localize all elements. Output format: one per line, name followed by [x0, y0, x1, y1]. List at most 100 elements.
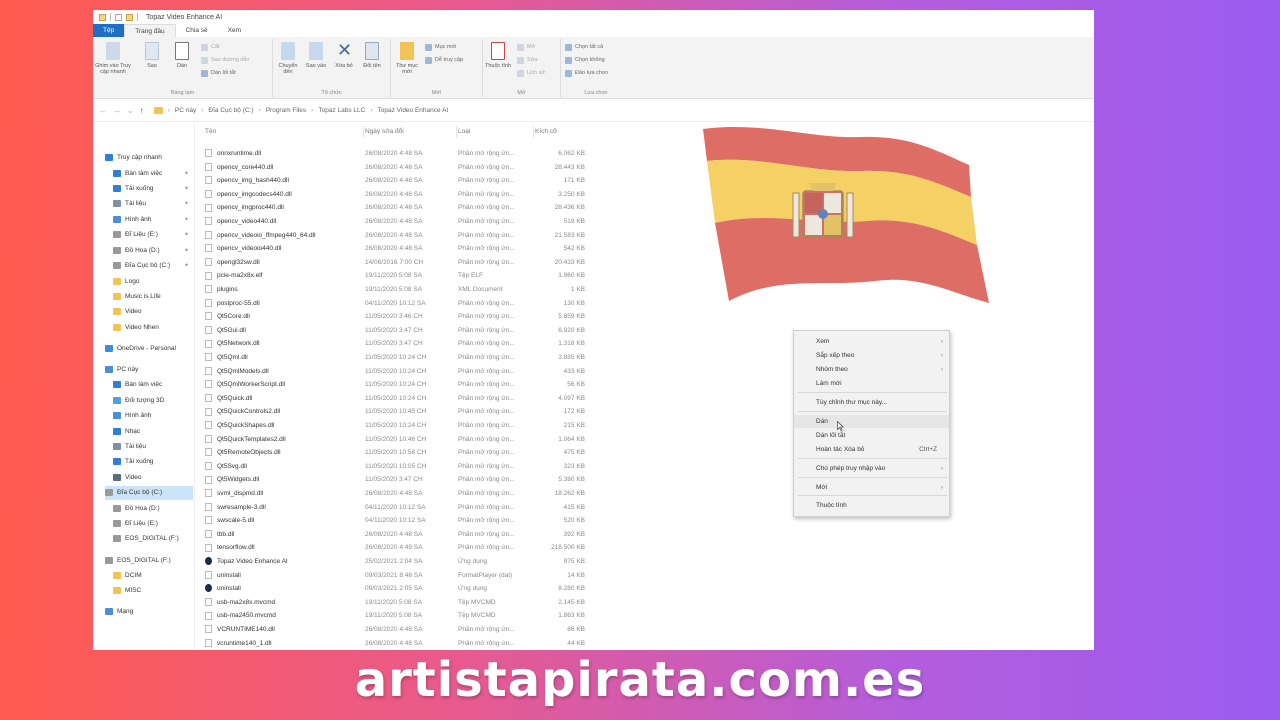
- cut-button[interactable]: Cắt: [201, 43, 220, 52]
- sidebar-item[interactable]: Đĩ Liệu (E:): [113, 517, 193, 531]
- file-row[interactable]: onnxruntime.dll 26/08/2020 4:48 SA Phần mở…: [201, 147, 601, 161]
- breadcrumb-item[interactable]: PC này: [175, 107, 196, 114]
- file-row[interactable]: opencv_imgproc440.dll 26/08/2020 4:48 SA P…: [201, 201, 601, 215]
- move-to-button[interactable]: Chuyển đến: [275, 42, 301, 75]
- breadcrumb-item[interactable]: Topaz Labs LLC: [318, 107, 365, 114]
- chevron-right-icon[interactable]: ›: [311, 107, 313, 114]
- sidebar-item[interactable]: Bàn làm việc: [113, 378, 193, 392]
- context-menu-item[interactable]: Thuộc tính: [794, 499, 949, 512]
- file-row[interactable]: Qt5Widgets.dll 11/05/2020 3:47 CH Phần mở …: [201, 473, 601, 487]
- breadcrumb-item[interactable]: Đĩa Cục bộ (C:): [208, 107, 253, 114]
- sidebar-item[interactable]: Video Nhen: [113, 321, 193, 335]
- context-menu-item[interactable]: Làm mới: [794, 377, 949, 390]
- file-row[interactable]: opencv_img_hash440.dll 26/08/2020 4:48 SA…: [201, 174, 601, 188]
- easy-access-button[interactable]: Dễ truy cập: [425, 56, 463, 65]
- sidebar-item[interactable]: Video: [113, 305, 193, 319]
- context-menu-item[interactable]: Xem ›: [794, 335, 949, 348]
- file-row[interactable]: Qt5QmlModels.dll 11/05/2020 10:24 CH Phần …: [201, 365, 601, 379]
- history-button[interactable]: Lịch sử: [517, 69, 545, 78]
- tab-file[interactable]: Tệp: [93, 24, 125, 37]
- file-row[interactable]: Qt5Core.dll 11/05/2020 3:46 CH Phần mở rộn…: [201, 310, 601, 324]
- sidebar-item[interactable]: Tài liệu: [113, 440, 193, 454]
- sidebar-item[interactable]: DCIM: [113, 569, 193, 583]
- sidebar-item[interactable]: Hình ảnh: [113, 409, 193, 423]
- paste-button[interactable]: Dán: [171, 42, 193, 69]
- sidebar-item[interactable]: Tải xuống: [113, 455, 193, 469]
- sidebar-item[interactable]: Tài liệu ✦: [113, 197, 193, 211]
- file-row[interactable]: Qt5Qml.dll 11/05/2020 10:24 CH Phần mở rộn…: [201, 351, 601, 365]
- file-row[interactable]: postproc-55.dll 04/11/2020 10:12 SA Phần m…: [201, 297, 601, 311]
- chevron-right-icon[interactable]: ›: [201, 107, 203, 114]
- paste-shortcut-button[interactable]: Dán lối tắt: [201, 69, 236, 78]
- file-row[interactable]: Qt5Quick.dll 11/05/2020 10:24 CH Phần mở r…: [201, 392, 601, 406]
- file-row[interactable]: Qt5Svg.dll 11/05/2020 10:05 CH Phần mở rộn…: [201, 460, 601, 474]
- sidebar-item[interactable]: Đĩ Liệu (E:) ✦: [113, 228, 193, 242]
- invert-selection-button[interactable]: Đảo lựa chọn: [565, 69, 608, 78]
- file-row[interactable]: opencv_imgcodecs440.dll 26/08/2020 4:48 S…: [201, 188, 601, 202]
- tab-view[interactable]: Xem: [218, 24, 251, 37]
- sidebar-item[interactable]: Đĩa Cục bộ (C:): [105, 486, 193, 500]
- context-menu-item[interactable]: Sắp xếp theo ›: [794, 349, 949, 362]
- file-row[interactable]: uninstall 09/03/2021 2:05 SA Ứng dụng 8.280…: [201, 582, 601, 596]
- quick-access-new-folder-icon[interactable]: [126, 13, 133, 21]
- file-row[interactable]: usb-ma2x8x.mvcmd 19/11/2020 5:08 SA Tệp MV…: [201, 596, 601, 610]
- sidebar-item[interactable]: Đồ Hoa (D:): [113, 502, 193, 516]
- context-menu-item[interactable]: Cho phép truy nhập vào ›: [794, 462, 949, 475]
- file-row[interactable]: Qt5Gui.dll 11/05/2020 3:47 CH Phần mở rộng…: [201, 324, 601, 338]
- file-row[interactable]: swresample-3.dll 04/11/2020 10:12 SA Phần …: [201, 501, 601, 515]
- column-divider[interactable]: [363, 126, 364, 138]
- sidebar-item[interactable]: PC này: [105, 363, 193, 377]
- file-row[interactable]: tensorflow.dll 26/08/2020 4:49 SA Phần mở …: [201, 541, 601, 555]
- tab-home[interactable]: Trang đầu: [124, 24, 176, 37]
- file-row[interactable]: Qt5QuickTemplates2.dll 11/05/2020 10:46 C…: [201, 433, 601, 447]
- sidebar-item[interactable]: Video: [113, 471, 193, 485]
- properties-button[interactable]: Thuộc tính: [485, 42, 511, 69]
- file-row[interactable]: Qt5Network.dll 11/05/2020 3:47 CH Phần mở …: [201, 337, 601, 351]
- sidebar-item[interactable]: Logo: [113, 275, 193, 289]
- file-row[interactable]: Qt5RemoteObjects.dll 11/05/2020 10:58 CH P…: [201, 446, 601, 460]
- sidebar-item[interactable]: Nhạc: [113, 425, 193, 439]
- sidebar-item[interactable]: Đối tượng 3D: [113, 394, 193, 408]
- sidebar-item[interactable]: Tải xuống ✦: [113, 182, 193, 196]
- file-row[interactable]: swscale-5.dll 04/11/2020 10:12 SA Phần mở …: [201, 514, 601, 528]
- column-header-size[interactable]: Kích cỡ: [535, 125, 557, 139]
- context-menu-item[interactable]: Tùy chỉnh thư mục này...: [794, 396, 949, 409]
- file-row[interactable]: Qt5QmlWorkerScript.dll 11/05/2020 10:24 C…: [201, 378, 601, 392]
- up-arrow-icon[interactable]: ↑: [140, 106, 144, 115]
- file-row[interactable]: opencv_videoio440.dll 26/08/2020 4:48 SA P…: [201, 242, 601, 256]
- edit-button[interactable]: Sửa: [517, 56, 537, 65]
- chevron-right-icon[interactable]: ›: [168, 107, 170, 114]
- new-folder-button[interactable]: Thư mục mới: [393, 42, 421, 75]
- chevron-down-icon[interactable]: ⌄: [127, 106, 134, 115]
- context-menu-item[interactable]: Dán: [794, 415, 949, 428]
- open-button[interactable]: Mở: [517, 43, 535, 52]
- new-item-button[interactable]: Mục mới: [425, 43, 456, 52]
- context-menu-item[interactable]: Hoàn tác Xóa bỏ Ctrl+Z: [794, 443, 949, 456]
- file-row[interactable]: VCRUNTIME140.dll 26/08/2020 4:48 SA Phần m…: [201, 623, 601, 637]
- delete-button[interactable]: ✕ Xóa bỏ: [331, 42, 357, 70]
- file-row[interactable]: vcruntime140_1.dll 26/08/2020 4:48 SA Phần…: [201, 637, 601, 650]
- copy-button[interactable]: Sao: [141, 42, 163, 69]
- rename-button[interactable]: Đổi tên: [359, 42, 385, 69]
- chevron-right-icon[interactable]: ›: [370, 107, 372, 114]
- sidebar-item[interactable]: Truy cập nhanh: [105, 151, 193, 165]
- column-header-type[interactable]: Loại: [458, 125, 470, 139]
- quick-access-folder-icon[interactable]: [115, 13, 122, 21]
- file-row[interactable]: pcie-ma2x8x.elf 19/11/2020 5:08 SA Tệp ELF…: [201, 269, 601, 283]
- context-menu-item[interactable]: Mới ›: [794, 481, 949, 494]
- context-menu-item[interactable]: Dán lối tắt: [794, 429, 949, 442]
- file-row[interactable]: opencv_videoio_ffmpeg440_64.dll 26/08/202…: [201, 229, 601, 243]
- pin-quick-access-button[interactable]: Ghim vào Truy cập nhanh: [95, 42, 131, 75]
- column-divider[interactable]: [533, 126, 534, 138]
- tab-share[interactable]: Chia sẻ: [176, 24, 218, 37]
- sidebar-item[interactable]: Đồ Hoa (D:) ✦: [113, 244, 193, 258]
- sidebar-item[interactable]: OneDrive - Personal: [105, 342, 193, 356]
- column-divider[interactable]: [456, 126, 457, 138]
- sidebar-item[interactable]: Bàn làm việc ✦: [113, 167, 193, 181]
- column-header-date[interactable]: Ngày sửa đổi: [365, 125, 404, 139]
- file-row[interactable]: svml_dispmd.dll 26/08/2020 4:48 SA Phần mở…: [201, 487, 601, 501]
- context-menu-item[interactable]: Nhóm theo ›: [794, 363, 949, 376]
- breadcrumb[interactable]: › PC này › Đĩa Cục bộ (C:) › Program Files › To…: [150, 107, 448, 114]
- sidebar-item[interactable]: EOS_DIGITAL (F:): [105, 554, 193, 568]
- select-none-button[interactable]: Chọn không: [565, 56, 605, 65]
